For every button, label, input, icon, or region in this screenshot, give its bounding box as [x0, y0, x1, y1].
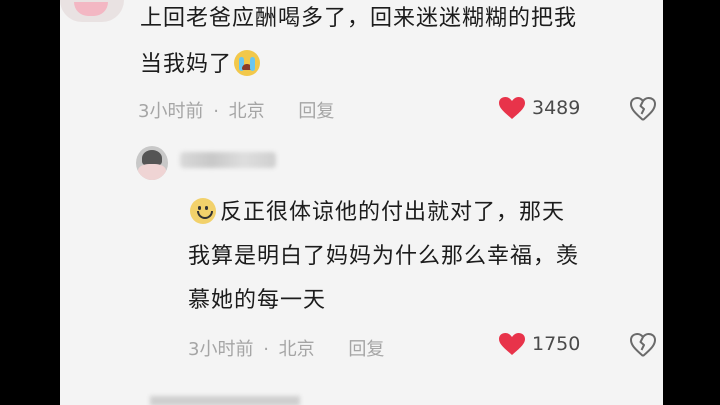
smiley-icon: [190, 198, 216, 224]
comment-meta: 3小时前 · 北京 回复: [138, 97, 334, 123]
comment-text: 慕她的每一天: [188, 288, 327, 313]
separator: ·: [263, 339, 269, 360]
like-button[interactable]: 3489: [498, 96, 580, 120]
comment-text-line: 慕她的每一天: [188, 284, 326, 318]
username-blurred[interactable]: [180, 152, 276, 168]
reply-button[interactable]: 回复: [298, 101, 334, 122]
location: 北京: [228, 101, 265, 122]
comment-meta: 3小时前 · 北京 回复: [188, 335, 384, 361]
separator: ·: [213, 101, 219, 122]
comment-text: 我算是明白了妈妈为什么那么幸福，羡: [188, 244, 580, 269]
avatar[interactable]: [60, 0, 124, 22]
crying-face-icon: [234, 50, 261, 76]
comment-text: 上回老爸应酬喝多了，回来迷迷糊糊的把我: [140, 6, 578, 31]
like-count: 3489: [532, 97, 581, 119]
comment-text-line: 当我妈了: [140, 48, 261, 82]
like-count: 1750: [532, 333, 581, 355]
comment-text-line: 我算是明白了妈妈为什么那么幸福，羡: [188, 240, 579, 274]
heart-icon: [499, 333, 525, 355]
avatar[interactable]: [136, 146, 168, 180]
comment-panel: 上回老爸应酬喝多了，回来迷迷糊糊的把我 当我妈了 3小时前 · 北京 回复 34…: [60, 0, 663, 405]
heart-icon: [499, 97, 525, 119]
timestamp: 3小时前: [188, 339, 254, 360]
like-button[interactable]: 1750: [498, 332, 580, 356]
comment-text-line: 上回老爸应酬喝多了，回来迷迷糊糊的把我: [140, 2, 577, 36]
next-comment-blurred: [150, 396, 300, 405]
reply-button[interactable]: 回复: [348, 339, 384, 360]
broken-heart-icon[interactable]: [629, 332, 657, 358]
location: 北京: [278, 339, 315, 360]
comment-text: 反正很体谅他的付出就对了，那天: [220, 200, 566, 225]
timestamp: 3小时前: [138, 101, 204, 122]
broken-heart-icon[interactable]: [629, 96, 657, 122]
comment-text: 当我妈了: [140, 52, 233, 77]
comment-text-line: 反正很体谅他的付出就对了，那天: [190, 196, 565, 230]
